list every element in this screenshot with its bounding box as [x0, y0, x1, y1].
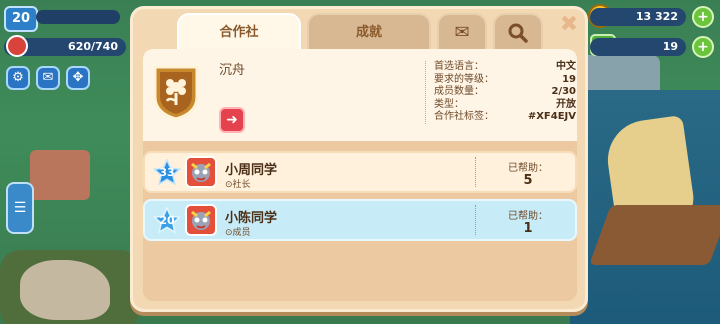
club-header: 沉舟 ➜ 首选语言： 中文 要求的等级： 19 成员数量： 2/30 类型： 开放 合作… — [143, 49, 577, 141]
coins-counter: 13 322 — [590, 8, 686, 26]
xp-bar — [36, 10, 120, 24]
member-name: 小陈同学 — [225, 211, 278, 226]
coop-content: 沉舟 ➜ 首选语言： 中文 要求的等级： 19 成员数量： 2/30 类型： 开放 合作… — [143, 49, 577, 301]
member-row[interactable]: 33 小周同学 ⊙社长 已帮助： 5 — [143, 151, 577, 193]
map-house — [30, 150, 90, 200]
info-member-count: 成员数量： 2/30 — [434, 86, 576, 97]
exit-icon: ➜ — [226, 112, 238, 128]
avatar — [185, 156, 217, 188]
info-tag: 合作社标签： #XF4EJV — [434, 111, 576, 122]
helped-label: 已帮助： — [508, 163, 548, 174]
coop-dialog: 合作社 成就 ✉ ✖ 沉舟 ➜ 首选语言： 中文 要求的等级： 19 成员数量：… — [130, 6, 588, 312]
player-level-badge[interactable]: 20 — [4, 6, 38, 32]
mail-icon: ✉ — [454, 22, 470, 43]
club-name: 沉舟 — [219, 63, 246, 78]
info-language: 首选语言： 中文 — [434, 61, 576, 72]
chat-icon[interactable]: ☰ — [6, 182, 34, 234]
search-icon — [508, 23, 528, 43]
info-type: 类型： 开放 — [434, 98, 576, 110]
tab-search[interactable] — [493, 13, 543, 51]
settings-gear-icon[interactable]: ⚙ — [6, 66, 30, 90]
helped-label: 已帮助： — [508, 211, 548, 222]
population-icon — [6, 35, 28, 57]
close-icon[interactable]: ✖ — [557, 13, 581, 37]
add-coins-button[interactable]: + — [692, 6, 714, 28]
add-cash-button[interactable]: + — [692, 36, 714, 58]
member-row[interactable]: 20 小陈同学 ⊙成员 已帮助： 1 — [143, 199, 577, 241]
divider — [475, 205, 476, 235]
leave-club-button[interactable]: ➜ — [219, 107, 245, 133]
map-dock — [589, 205, 720, 265]
club-badge-icon — [151, 63, 201, 121]
avatar — [185, 204, 217, 236]
member-name: 小周同学 — [225, 163, 278, 178]
helped-count: 1 — [523, 221, 533, 236]
divider — [475, 157, 476, 187]
tab-mail[interactable]: ✉ — [437, 13, 487, 51]
map-rocks — [20, 260, 110, 320]
cash-counter: 19 — [590, 38, 686, 56]
member-level: 20 — [159, 214, 175, 227]
member-role: ⊙成员 — [225, 228, 251, 238]
club-info: 首选语言： 中文 要求的等级： 19 成员数量： 2/30 类型： 开放 合作社标签： #… — [425, 61, 576, 124]
tab-achievements[interactable]: 成就 — [307, 13, 431, 51]
helped-count: 5 — [523, 173, 533, 188]
member-role: ⊙社长 — [225, 180, 251, 190]
move-icon[interactable]: ✥ — [66, 66, 90, 90]
population-bar[interactable]: 620/740 — [4, 35, 126, 57]
info-required-level: 要求的等级： 19 — [434, 73, 576, 85]
member-level: 33 — [159, 166, 175, 179]
tab-coop[interactable]: 合作社 — [177, 13, 301, 51]
population-text: 620/740 — [68, 40, 118, 53]
mail-hud-icon[interactable]: ✉ — [36, 66, 60, 90]
